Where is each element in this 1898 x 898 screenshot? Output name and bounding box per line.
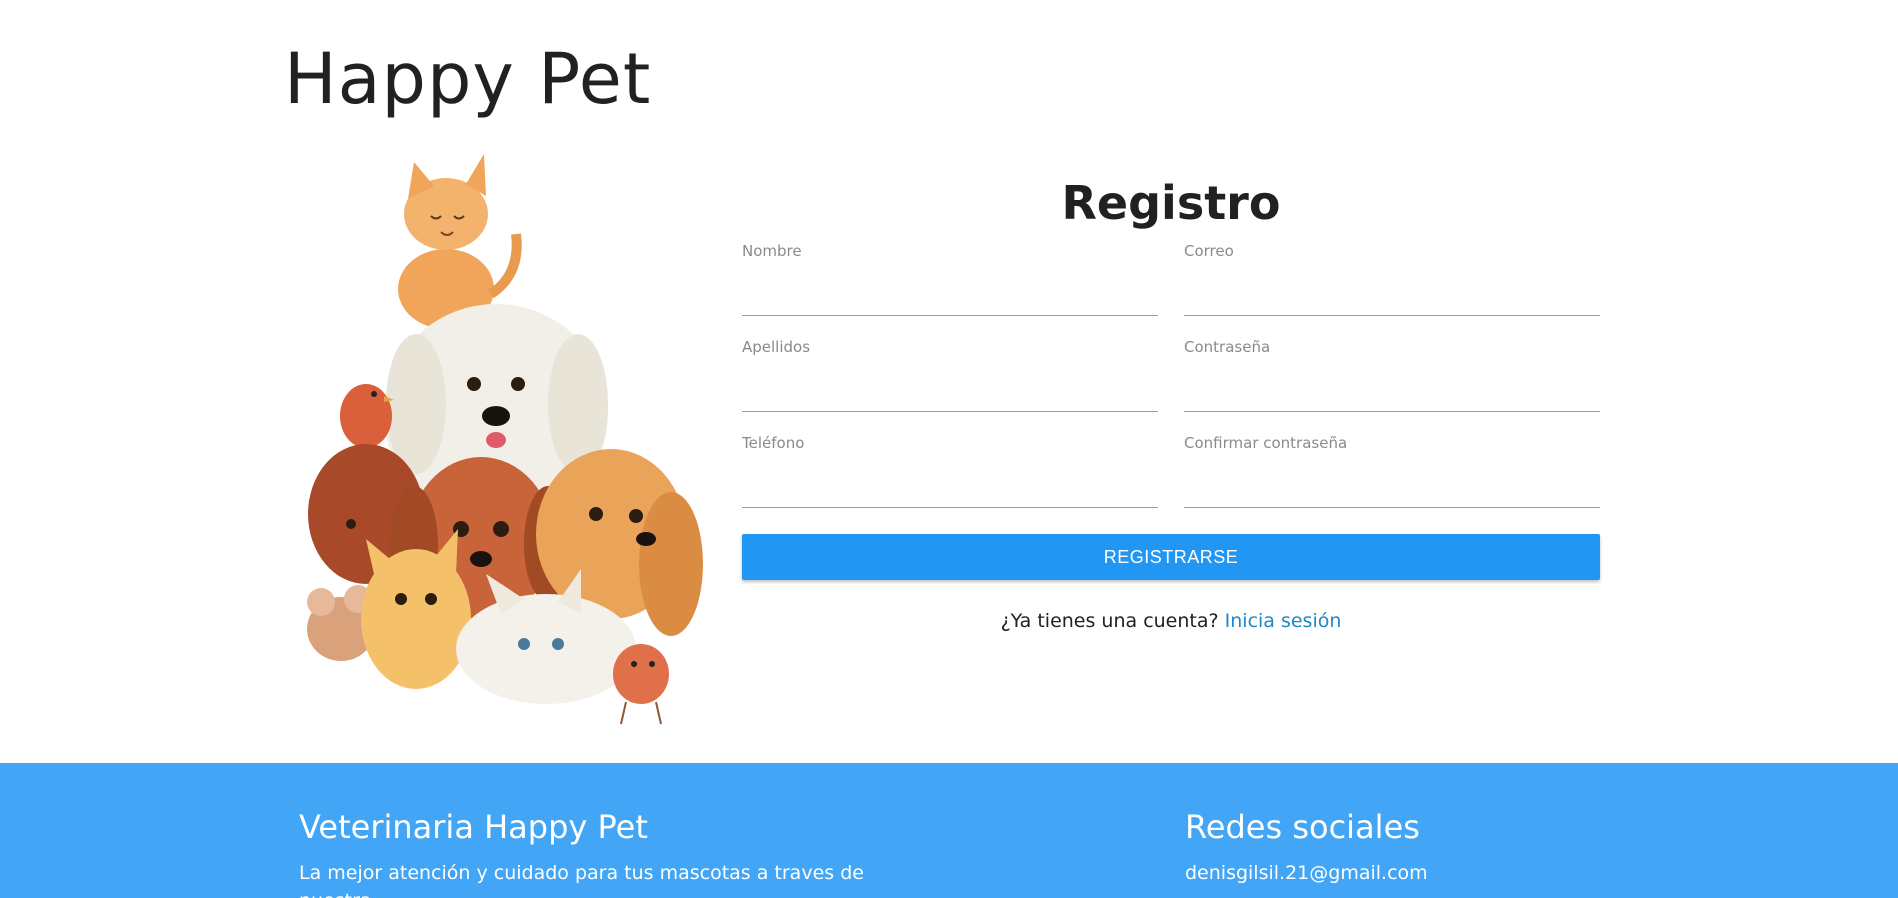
telefono-field: Teléfono (742, 434, 1158, 530)
red-bird-figure (340, 384, 394, 448)
confirmar-contrasena-label: Confirmar contraseña (1184, 434, 1348, 452)
login-prompt-text: ¿Ya tienes una cuenta? (1000, 610, 1219, 632)
form-title: Registro (1061, 176, 1281, 230)
registration-form: Registro Nombre Correo Apellidos Contras… (742, 160, 1600, 632)
contrasena-label: Contraseña (1184, 338, 1271, 356)
nombre-label: Nombre (742, 242, 802, 260)
footer: Veterinaria Happy Pet La mejor atención … (0, 763, 1898, 898)
footer-about-text: La mejor atención y cuidado para tus mas… (299, 862, 864, 898)
apellidos-field: Apellidos (742, 338, 1158, 434)
correo-field: Correo (1184, 242, 1600, 338)
footer-email-link[interactable]: denisgilsil.21@gmail.com (1185, 859, 1685, 887)
confirmar-contrasena-input[interactable] (1184, 474, 1600, 508)
footer-social-column: Redes sociales denisgilsil.21@gmail.com (1185, 763, 1685, 887)
apellidos-input[interactable] (742, 378, 1158, 412)
yellow-kitten-figure (361, 529, 471, 689)
page: Happy Pet Registro Nombre Correo Apellid… (0, 0, 1898, 898)
apellidos-label: Apellidos (742, 338, 811, 356)
telefono-input[interactable] (742, 474, 1158, 508)
footer-social-heading: Redes sociales (1185, 808, 1420, 846)
footer-about-column: Veterinaria Happy Pet La mejor atención … (299, 763, 919, 898)
correo-input[interactable] (1184, 282, 1600, 316)
kitten-top-figure (398, 154, 522, 329)
footer-about-heading: Veterinaria Happy Pet (299, 808, 648, 846)
confirmar-contrasena-field: Confirmar contraseña (1184, 434, 1600, 530)
site-logo-title[interactable]: Happy Pet (284, 38, 651, 120)
register-button[interactable]: REGISTRARSE (742, 534, 1600, 580)
form-fields-grid: Nombre Correo Apellidos Contraseña Teléf… (742, 242, 1600, 530)
contrasena-field: Contraseña (1184, 338, 1600, 434)
contrasena-input[interactable] (1184, 378, 1600, 412)
correo-label: Correo (1184, 242, 1234, 260)
pets-group-illustration (307, 154, 703, 725)
nombre-field: Nombre (742, 242, 1158, 338)
small-bird-bottom-figure (613, 644, 669, 725)
nombre-input[interactable] (742, 282, 1158, 316)
login-link[interactable]: Inicia sesión (1225, 610, 1342, 632)
telefono-label: Teléfono (742, 434, 805, 452)
login-prompt-line: ¿Ya tienes una cuenta? Inicia sesión (742, 610, 1600, 632)
